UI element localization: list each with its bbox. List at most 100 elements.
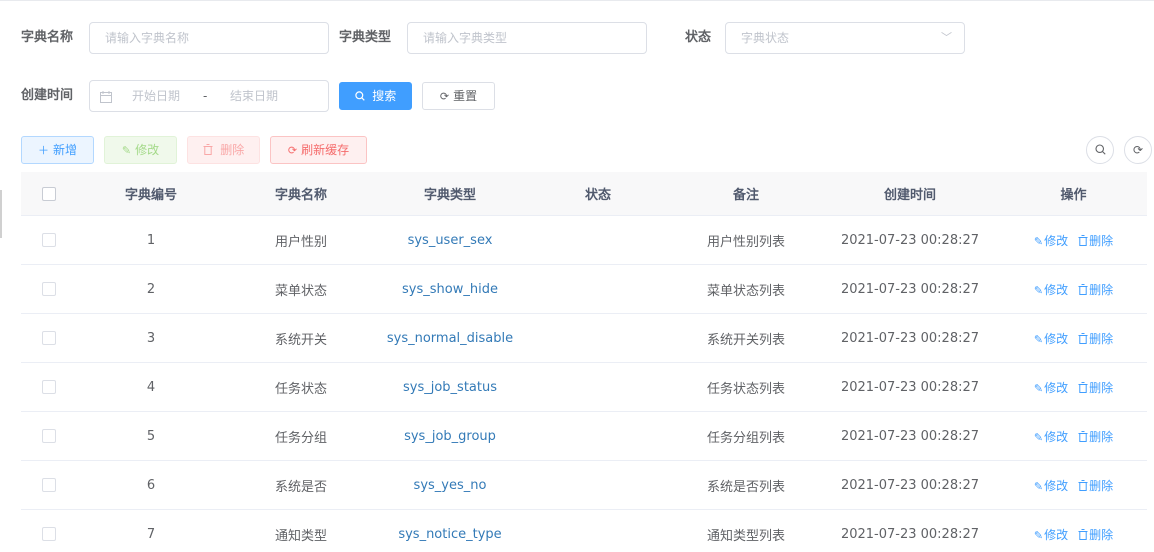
- row-edit-button[interactable]: ✎修改: [1034, 332, 1068, 346]
- start-date-input[interactable]: 开始日期: [132, 81, 180, 111]
- dict-type-input[interactable]: 请输入字典类型: [407, 22, 647, 54]
- create-time-cell: 2021-07-23 00:28:27: [840, 477, 980, 493]
- dict-id-cell: 7: [146, 526, 156, 542]
- header-remark: 备注: [732, 188, 759, 203]
- row-delete-button[interactable]: 删除: [1078, 528, 1113, 542]
- dict-id-cell: 5: [146, 428, 156, 444]
- create-time-cell: 2021-07-23 00:28:27: [840, 526, 980, 542]
- dict-name-cell: 系统开关: [274, 332, 327, 348]
- table-row: 6 系统是否 sys_yes_no 系统是否列表 2021-07-23 00:28:27…: [21, 461, 1147, 510]
- dict-type-link[interactable]: sys_show_hide: [376, 282, 524, 297]
- remark-cell: 任务状态列表: [706, 381, 785, 397]
- row-delete-button[interactable]: 删除: [1078, 479, 1113, 493]
- dict-name-cell: 用户性别: [274, 234, 327, 250]
- search-button-label: 搜索: [372, 89, 397, 103]
- edit-icon: ✎: [121, 144, 132, 157]
- row-checkbox[interactable]: [41, 282, 56, 296]
- row-delete-button[interactable]: 删除: [1078, 234, 1113, 248]
- row-delete-button[interactable]: 删除: [1078, 430, 1113, 444]
- row-checkbox[interactable]: [41, 527, 56, 541]
- edit-icon: ✎: [1033, 479, 1044, 493]
- dict-type-link[interactable]: sys_normal_disable: [376, 331, 524, 346]
- row-delete-label: 删除: [1089, 429, 1114, 444]
- row-checkbox-cell: [21, 233, 76, 248]
- edit-icon: ✎: [1033, 283, 1044, 297]
- row-checkbox[interactable]: [41, 478, 56, 492]
- row-delete-label: 删除: [1089, 380, 1114, 395]
- row-delete-button[interactable]: 删除: [1078, 381, 1113, 395]
- dict-name-input[interactable]: 请输入字典名称: [89, 22, 329, 54]
- actions-cell: ✎修改 删除: [1000, 330, 1147, 347]
- table-row: 1 用户性别 sys_user_sex 用户性别列表 2021-07-23 00:28:…: [21, 216, 1147, 265]
- status-label: 状态: [685, 30, 712, 45]
- search-button[interactable]: 搜索: [339, 82, 412, 110]
- actions-cell: ✎修改 删除: [1000, 379, 1147, 396]
- header-dict-name: 字典名称: [274, 188, 327, 203]
- edit-button[interactable]: ✎ 修改: [104, 136, 177, 164]
- refresh-cache-button[interactable]: ⟳ 刷新缓存: [270, 136, 367, 164]
- row-delete-label: 删除: [1089, 282, 1114, 297]
- top-border: [0, 0, 1154, 1]
- trash-icon: [203, 144, 217, 157]
- create-time-cell: 2021-07-23 00:28:27: [840, 379, 980, 395]
- row-checkbox[interactable]: [41, 429, 56, 443]
- edit-icon: ✎: [1033, 381, 1044, 395]
- row-edit-button[interactable]: ✎修改: [1034, 430, 1068, 444]
- refresh-table-button[interactable]: ⟳: [1124, 136, 1152, 164]
- trash-icon: [1078, 283, 1088, 297]
- row-edit-button[interactable]: ✎修改: [1034, 283, 1068, 297]
- row-edit-label: 修改: [1044, 429, 1069, 444]
- delete-button-label: 删除: [220, 143, 245, 157]
- date-separator: -: [203, 89, 208, 103]
- dict-name-cell: 任务分组: [274, 430, 327, 446]
- toggle-search-button[interactable]: [1086, 136, 1114, 164]
- date-range-picker[interactable]: 开始日期 - 结束日期: [89, 80, 329, 112]
- row-edit-button[interactable]: ✎修改: [1034, 381, 1068, 395]
- table-row: 2 菜单状态 sys_show_hide 菜单状态列表 2021-07-23 00:28…: [21, 265, 1147, 314]
- scroll-edge: [0, 190, 2, 238]
- dict-type-link[interactable]: sys_yes_no: [376, 478, 524, 493]
- row-edit-label: 修改: [1044, 331, 1069, 346]
- add-button[interactable]: ＋新增: [21, 136, 94, 164]
- row-edit-button[interactable]: ✎修改: [1034, 479, 1068, 493]
- reset-button-label: 重置: [453, 89, 478, 103]
- dict-id-cell: 6: [146, 477, 156, 493]
- trash-icon: [1078, 234, 1088, 248]
- refresh-icon: ⟳: [439, 90, 450, 103]
- header-create-time: 创建时间: [883, 188, 936, 203]
- status-select[interactable]: 字典状态 ﹀: [725, 22, 965, 54]
- dict-type-link[interactable]: sys_job_status: [376, 380, 524, 395]
- row-edit-label: 修改: [1044, 527, 1069, 542]
- row-checkbox[interactable]: [41, 331, 56, 345]
- row-delete-button[interactable]: 删除: [1078, 283, 1113, 297]
- trash-icon: [1078, 381, 1088, 395]
- row-checkbox[interactable]: [41, 233, 56, 247]
- create-time-cell: 2021-07-23 00:28:27: [840, 330, 980, 346]
- dict-type-link[interactable]: sys_job_group: [376, 429, 524, 444]
- row-edit-button[interactable]: ✎修改: [1034, 234, 1068, 248]
- remark-cell: 通知类型列表: [706, 528, 785, 544]
- header-dict-type: 字典类型: [423, 188, 476, 203]
- row-delete-label: 删除: [1089, 527, 1114, 542]
- remark-cell: 系统是否列表: [706, 479, 785, 495]
- refresh-icon: ⟳: [1132, 143, 1144, 157]
- search-icon: [1094, 143, 1106, 157]
- dict-type-link[interactable]: sys_notice_type: [376, 527, 524, 542]
- actions-cell: ✎修改 删除: [1000, 428, 1147, 445]
- row-edit-button[interactable]: ✎修改: [1034, 528, 1068, 542]
- chevron-down-icon: ﹀: [941, 31, 952, 44]
- row-checkbox[interactable]: [41, 380, 56, 394]
- end-date-input[interactable]: 结束日期: [230, 81, 278, 111]
- remark-cell: 菜单状态列表: [706, 283, 785, 299]
- row-edit-label: 修改: [1044, 478, 1069, 493]
- remark-cell: 任务分组列表: [706, 430, 785, 446]
- reset-button[interactable]: ⟳ 重置: [422, 82, 495, 110]
- dict-type-link[interactable]: sys_user_sex: [376, 233, 524, 248]
- header-status: 状态: [584, 188, 611, 203]
- edit-icon: ✎: [1033, 234, 1044, 248]
- select-all-checkbox[interactable]: [41, 186, 56, 201]
- delete-button[interactable]: 删除: [187, 136, 260, 164]
- actions-cell: ✎修改 删除: [1000, 232, 1147, 249]
- row-delete-button[interactable]: 删除: [1078, 332, 1113, 346]
- dict-id-cell: 2: [146, 281, 156, 297]
